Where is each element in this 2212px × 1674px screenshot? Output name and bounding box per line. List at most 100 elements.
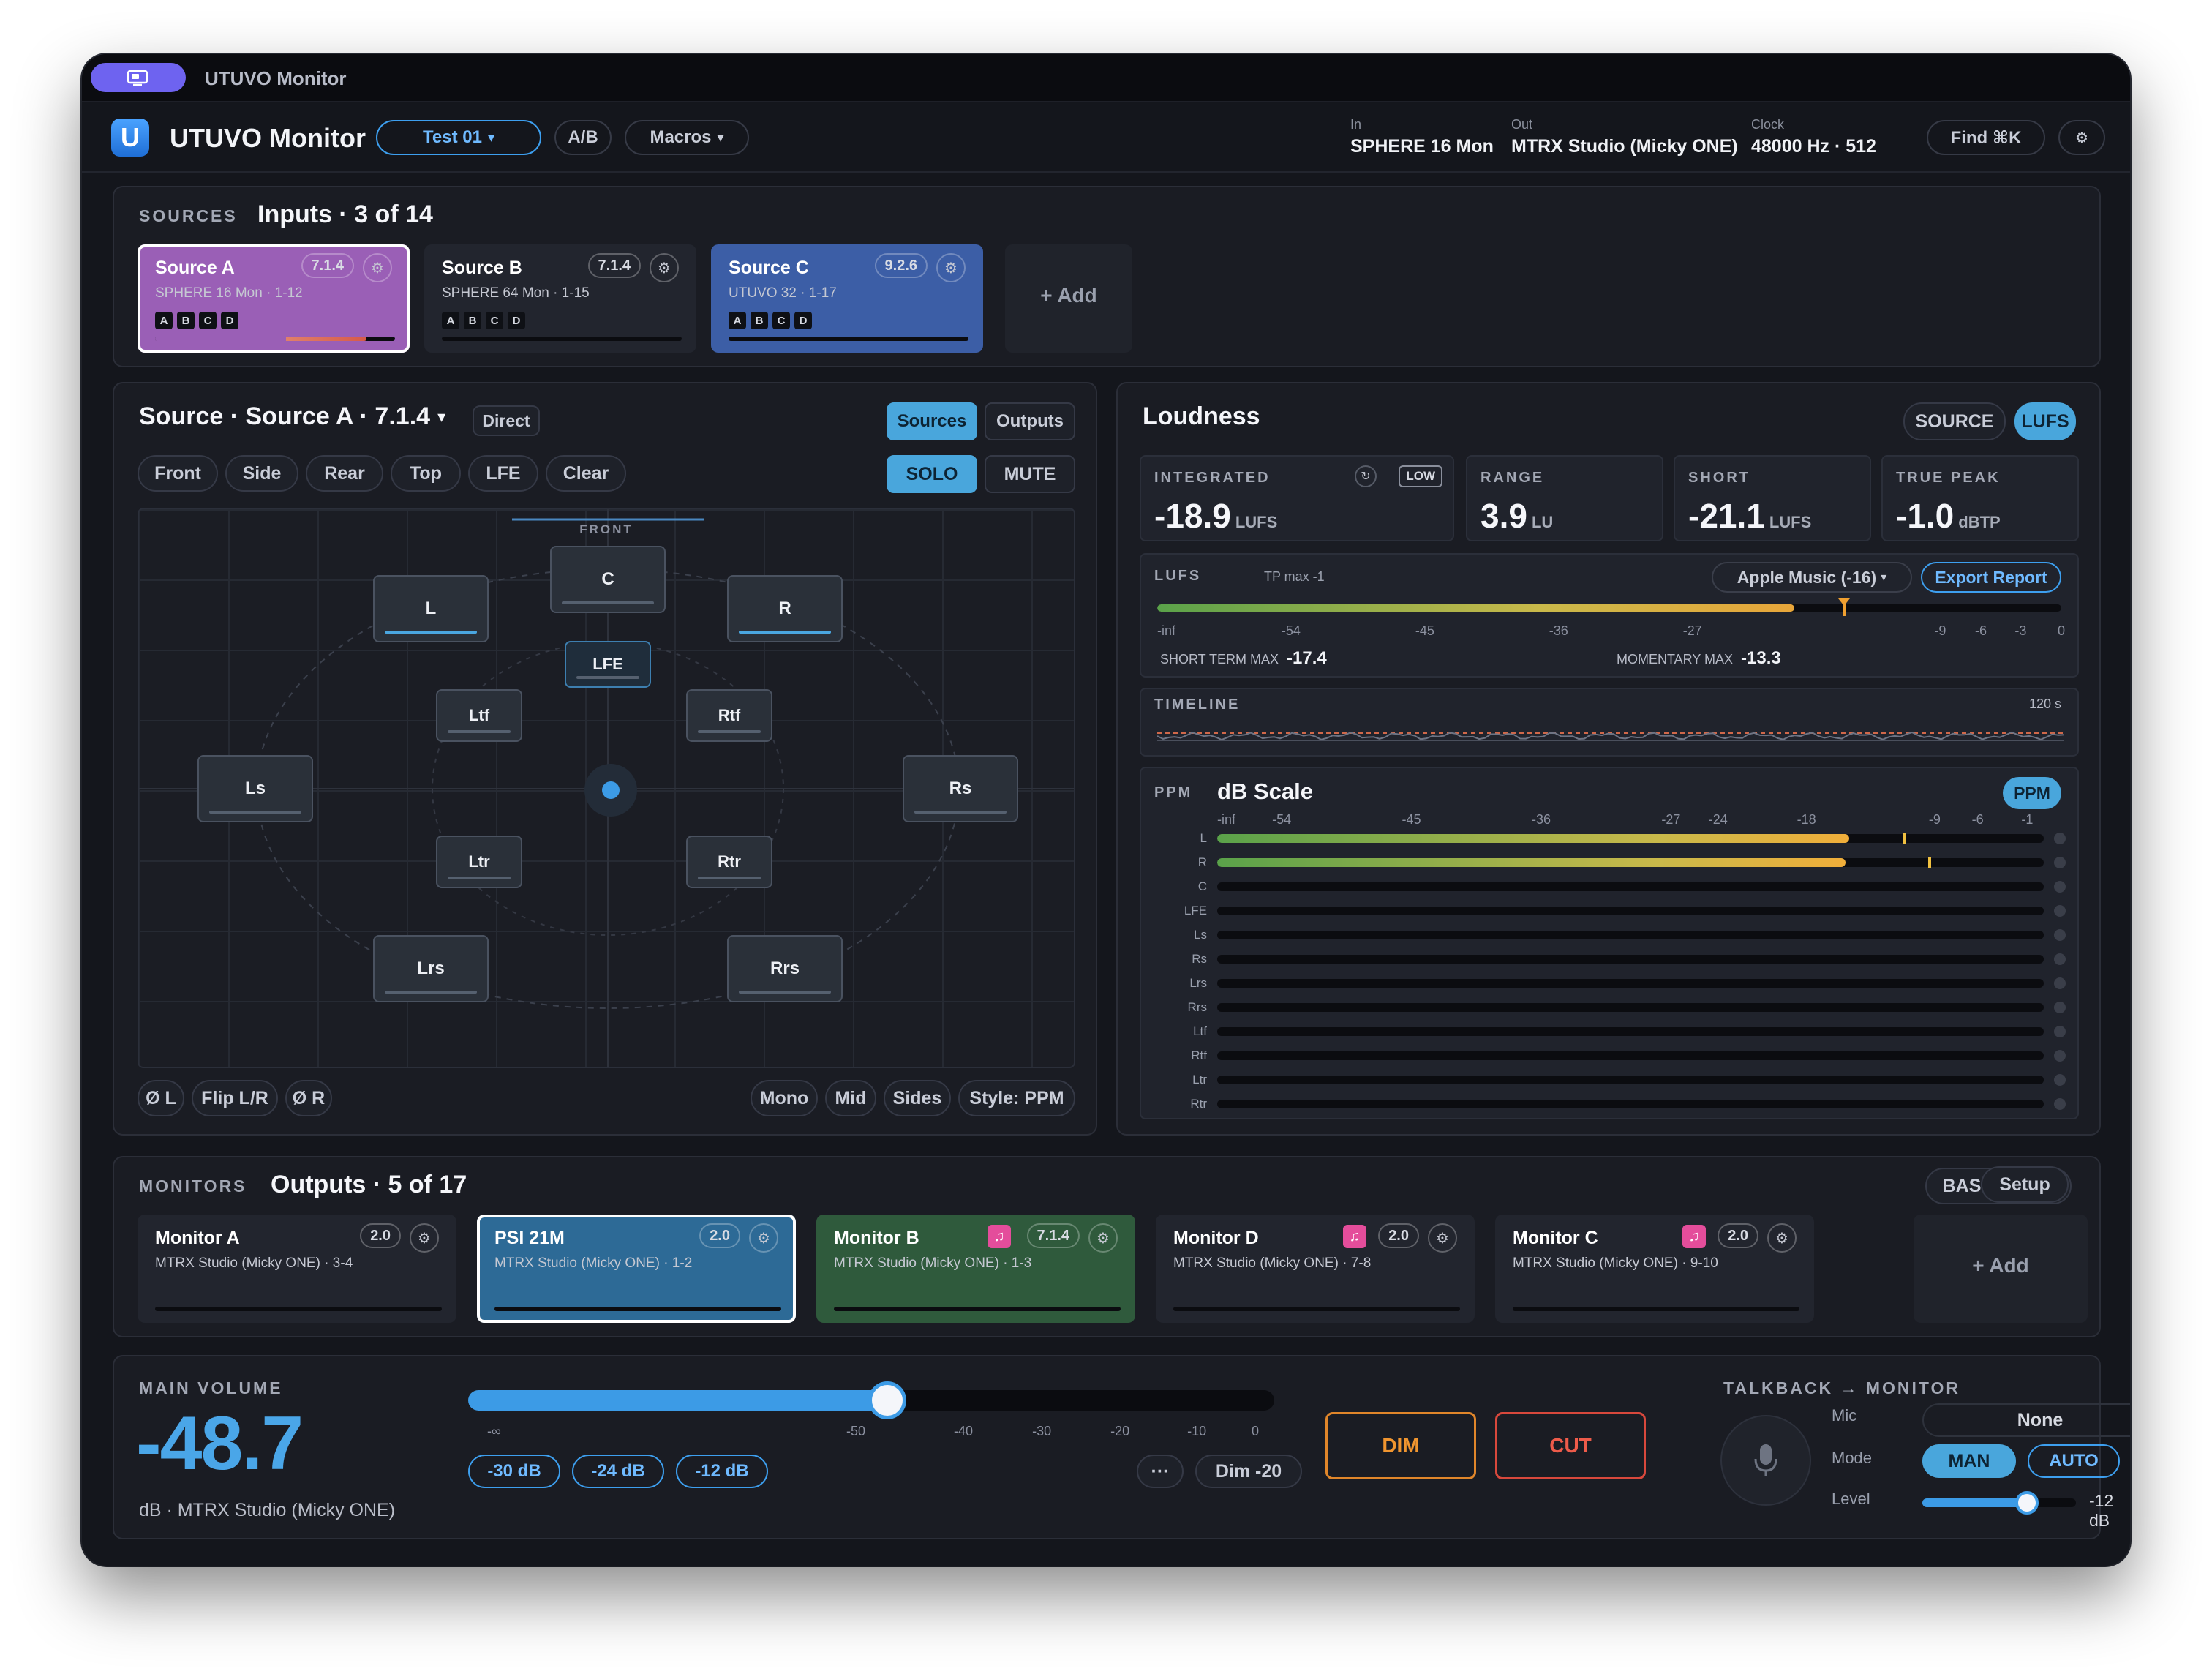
filter-top-button[interactable]: Top bbox=[391, 455, 461, 492]
direct-mode-badge[interactable]: Direct bbox=[473, 405, 540, 436]
monitor-settings-button[interactable]: ⚙ bbox=[1767, 1223, 1797, 1253]
ppm-mode-badge[interactable]: PPM bbox=[2003, 777, 2061, 809]
mic-select[interactable]: None bbox=[1922, 1403, 2130, 1437]
source-settings-button[interactable]: ⚙ bbox=[363, 253, 392, 282]
sides-button[interactable]: Sides bbox=[884, 1080, 951, 1116]
source-tag[interactable]: C bbox=[772, 312, 790, 329]
source-card[interactable]: Source B 7.1.4 ⚙ SPHERE 64 Mon · 1-15 A B C D bbox=[424, 244, 696, 353]
speaker-ltf[interactable]: Ltf bbox=[436, 689, 522, 742]
ppm-clip-indicator[interactable] bbox=[2054, 1074, 2066, 1086]
source-tag[interactable]: D bbox=[508, 312, 525, 329]
monitor-settings-button[interactable]: ⚙ bbox=[749, 1223, 778, 1253]
ppm-clip-indicator[interactable] bbox=[2054, 833, 2066, 844]
phase-right-button[interactable]: Ø R bbox=[285, 1080, 332, 1116]
target-dropdown[interactable]: Apple Music (-16) ▾ bbox=[1712, 562, 1912, 593]
mono-button[interactable]: Mono bbox=[750, 1080, 818, 1116]
dim-setting-button[interactable]: Dim -20 bbox=[1195, 1455, 1302, 1488]
talkback-button[interactable] bbox=[1720, 1415, 1811, 1506]
speaker-l[interactable]: L bbox=[373, 575, 489, 642]
loudness-source-toggle[interactable]: SOURCE bbox=[1903, 402, 2006, 440]
monitor-settings-button[interactable]: ⚙ bbox=[1088, 1223, 1118, 1253]
source-tag[interactable]: A bbox=[442, 312, 459, 329]
dim-button[interactable]: DIM bbox=[1325, 1412, 1476, 1479]
ppm-clip-indicator[interactable] bbox=[2054, 929, 2066, 941]
find-button[interactable]: Find ⌘K bbox=[1927, 120, 2045, 155]
speaker-ls[interactable]: Ls bbox=[198, 755, 313, 822]
speaker-lrs[interactable]: Lrs bbox=[373, 935, 489, 1002]
ppm-clip-indicator[interactable] bbox=[2054, 881, 2066, 893]
mute-button[interactable]: MUTE bbox=[985, 455, 1075, 493]
cut-button[interactable]: CUT bbox=[1495, 1412, 1646, 1479]
macros-dropdown[interactable]: Macros ▾ bbox=[625, 120, 749, 155]
window-menu-button[interactable] bbox=[91, 63, 186, 92]
speaker-rrs[interactable]: Rrs bbox=[727, 935, 843, 1002]
ppm-clip-indicator[interactable] bbox=[2054, 905, 2066, 917]
speaker-r[interactable]: R bbox=[727, 575, 843, 642]
ppm-clip-indicator[interactable] bbox=[2054, 953, 2066, 965]
mid-button[interactable]: Mid bbox=[825, 1080, 876, 1116]
ppm-clip-indicator[interactable] bbox=[2054, 1026, 2066, 1037]
monitor-settings-button[interactable]: ⚙ bbox=[410, 1223, 439, 1253]
preset-minus12-button[interactable]: -12 dB bbox=[676, 1455, 768, 1488]
reset-icon[interactable]: ↻ bbox=[1355, 465, 1377, 487]
ppm-clip-indicator[interactable] bbox=[2054, 1050, 2066, 1062]
monitor-card[interactable]: PSI 21M 2.0 ⚙ MTRX Studio (Micky ONE) · 1-2 bbox=[477, 1215, 796, 1323]
listener-position-handle[interactable] bbox=[584, 764, 637, 817]
monitor-card[interactable]: Monitor C ♫ 2.0 ⚙ MTRX Studio (Micky ONE) · … bbox=[1495, 1215, 1814, 1323]
preset-minus24-button[interactable]: -24 dB bbox=[572, 1455, 664, 1488]
meter-style-button[interactable]: Style: PPM bbox=[958, 1080, 1075, 1116]
phase-left-button[interactable]: Ø L bbox=[138, 1080, 184, 1116]
volume-slider-thumb[interactable] bbox=[868, 1381, 907, 1419]
mode-man-button[interactable]: MAN bbox=[1922, 1444, 2016, 1478]
loudness-lufs-toggle[interactable]: LUFS bbox=[2014, 402, 2076, 440]
source-tag[interactable]: C bbox=[486, 312, 503, 329]
filter-clear-button[interactable]: Clear bbox=[546, 455, 626, 492]
mode-auto-button[interactable]: AUTO bbox=[2028, 1444, 2120, 1478]
monitor-card[interactable]: Monitor D ♫ 2.0 ⚙ MTRX Studio (Micky ONE) · … bbox=[1156, 1215, 1475, 1323]
ppm-clip-indicator[interactable] bbox=[2054, 857, 2066, 868]
filter-rear-button[interactable]: Rear bbox=[306, 455, 383, 492]
filter-side-button[interactable]: Side bbox=[225, 455, 298, 492]
source-card[interactable]: Source A 7.1.4 ⚙ SPHERE 16 Mon · 1-12 A B C D bbox=[138, 244, 410, 353]
source-tag[interactable]: A bbox=[155, 312, 173, 329]
source-panel-title-dropdown[interactable]: Source · Source A · 7.1.4 ▾ bbox=[139, 402, 445, 431]
source-tag[interactable]: A bbox=[729, 312, 746, 329]
source-card[interactable]: Source C 9.2.6 ⚙ UTUVO 32 · 1-17 A B C D bbox=[711, 244, 983, 353]
monitor-card[interactable]: Monitor B ♫ 7.1.4 ⚙ MTRX Studio (Micky ONE) … bbox=[816, 1215, 1135, 1323]
source-tag[interactable]: D bbox=[794, 312, 812, 329]
filter-lfe-button[interactable]: LFE bbox=[468, 455, 538, 492]
monitor-settings-button[interactable]: ⚙ bbox=[1428, 1223, 1457, 1253]
source-tag[interactable]: C bbox=[199, 312, 217, 329]
source-tag[interactable]: D bbox=[221, 312, 238, 329]
tab-outputs[interactable]: Outputs bbox=[985, 402, 1075, 440]
more-options-button[interactable]: ··· bbox=[1137, 1455, 1184, 1488]
ppm-clip-indicator[interactable] bbox=[2054, 1098, 2066, 1110]
talkback-level-slider[interactable] bbox=[1922, 1491, 2076, 1515]
ppm-clip-indicator[interactable] bbox=[2054, 977, 2066, 989]
speaker-rtf[interactable]: Rtf bbox=[686, 689, 772, 742]
speaker-lfe[interactable]: LFE bbox=[565, 641, 651, 688]
volume-slider[interactable] bbox=[468, 1381, 1274, 1419]
preset-minus30-button[interactable]: -30 dB bbox=[468, 1455, 560, 1488]
source-tag[interactable]: B bbox=[464, 312, 481, 329]
settings-button[interactable]: ⚙ bbox=[2058, 120, 2105, 155]
source-tag[interactable]: B bbox=[177, 312, 195, 329]
add-monitor-button[interactable]: + Add bbox=[1914, 1215, 2088, 1323]
ab-button[interactable]: A/B bbox=[554, 120, 612, 155]
flip-lr-button[interactable]: Flip L/R bbox=[192, 1080, 278, 1116]
source-settings-button[interactable]: ⚙ bbox=[936, 253, 966, 282]
speaker-c[interactable]: C bbox=[550, 546, 666, 613]
speaker-ltr[interactable]: Ltr bbox=[436, 836, 522, 888]
source-tag[interactable]: B bbox=[750, 312, 768, 329]
ppm-clip-indicator[interactable] bbox=[2054, 1002, 2066, 1013]
filter-front-button[interactable]: Front bbox=[138, 455, 218, 492]
export-report-button[interactable]: Export Report bbox=[1921, 562, 2061, 593]
source-settings-button[interactable]: ⚙ bbox=[650, 253, 679, 282]
tab-sources[interactable]: Sources bbox=[887, 402, 977, 440]
monitors-setup-button[interactable]: Setup bbox=[1981, 1166, 2069, 1203]
add-source-button[interactable]: + Add bbox=[1005, 244, 1132, 353]
speaker-rtr[interactable]: Rtr bbox=[686, 836, 772, 888]
preset-dropdown[interactable]: Test 01 ▾ bbox=[376, 120, 541, 155]
solo-button[interactable]: SOLO bbox=[887, 455, 977, 493]
talkback-level-thumb[interactable] bbox=[2014, 1491, 2039, 1515]
